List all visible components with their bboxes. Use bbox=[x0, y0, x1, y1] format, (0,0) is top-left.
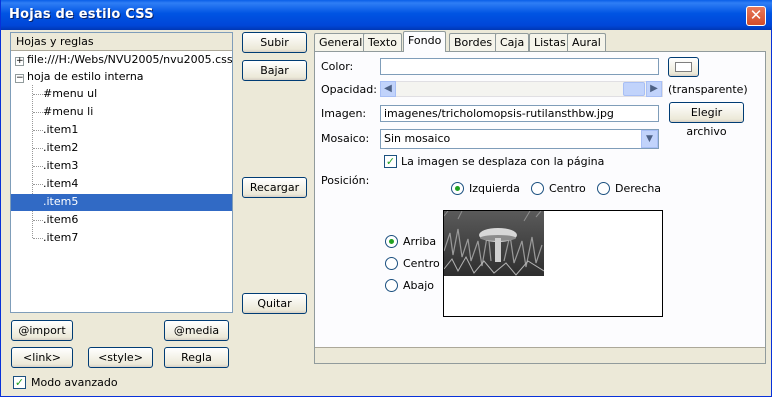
image-scrolls-checkbox[interactable]: ✓ bbox=[384, 155, 397, 168]
css-styles-dialog: Hojas de estilo CSS ✕ Hojas y reglas + f… bbox=[0, 0, 772, 397]
choose-file-button[interactable]: Elegir archivo bbox=[669, 102, 744, 138]
background-tab-panel bbox=[314, 51, 766, 364]
tree-guide bbox=[33, 184, 43, 185]
tree-item-internal-sheet[interactable]: hoja de estilo interna bbox=[27, 69, 144, 86]
tree-guide bbox=[33, 238, 43, 239]
tiling-value: Sin mosaico bbox=[384, 132, 451, 145]
color-swatch bbox=[675, 62, 692, 72]
tab-bordes[interactable]: Bordes bbox=[449, 33, 498, 51]
tree-guide bbox=[33, 166, 43, 167]
tree-item-rule[interactable]: .item7 bbox=[43, 230, 78, 247]
tree-header: Hojas y reglas bbox=[11, 33, 232, 51]
collapse-icon[interactable]: − bbox=[15, 74, 24, 83]
remove-button[interactable]: Quitar bbox=[242, 293, 307, 314]
move-up-button[interactable]: Subir bbox=[242, 32, 307, 53]
reload-button[interactable]: Recargar bbox=[242, 177, 307, 198]
tab-texto[interactable]: Texto bbox=[363, 33, 402, 51]
horizontal-center-radio[interactable] bbox=[531, 182, 544, 195]
color-label: Color: bbox=[321, 60, 354, 73]
horizontal-right-radio[interactable] bbox=[597, 182, 610, 195]
tree-guide bbox=[33, 130, 43, 131]
opacity-label: Opacidad: bbox=[321, 83, 377, 96]
tree-item-rule[interactable]: .item1 bbox=[43, 122, 78, 139]
tree-item-file[interactable]: file:///H:/Webs/NVU2005/nvu2005.css bbox=[27, 52, 233, 69]
tree-item-rule[interactable]: #menu li bbox=[43, 104, 93, 121]
vertical-bottom-radio[interactable] bbox=[385, 279, 398, 292]
tree-guide bbox=[33, 112, 43, 113]
tab-listas[interactable]: Listas bbox=[529, 33, 571, 51]
horizontal-right-label: Derecha bbox=[615, 182, 662, 195]
chevron-down-icon[interactable]: ▼ bbox=[641, 130, 658, 148]
tree-item-rule[interactable]: .item3 bbox=[43, 158, 78, 175]
horizontal-left-label: Izquierda bbox=[469, 182, 520, 195]
tab-aural[interactable]: Aural bbox=[567, 33, 606, 51]
background-preview bbox=[443, 210, 663, 317]
expand-icon[interactable]: + bbox=[15, 57, 24, 66]
image-field[interactable]: imagenes/tricholomopsis-rutilansthbw.jpg bbox=[380, 105, 659, 122]
tree-guide bbox=[33, 220, 43, 221]
color-field[interactable] bbox=[380, 58, 659, 75]
title-bar: Hojas de estilo CSS ✕ bbox=[1, 0, 772, 30]
close-button[interactable]: ✕ bbox=[746, 6, 766, 26]
vertical-center-label: Centro bbox=[403, 257, 440, 270]
tab-fondo[interactable]: Fondo bbox=[403, 31, 447, 52]
tree-item-rule[interactable]: .item4 bbox=[43, 176, 78, 193]
opacity-thumb[interactable] bbox=[623, 82, 645, 96]
horizontal-center-label: Centro bbox=[549, 182, 586, 195]
tree-item-rule[interactable]: .item6 bbox=[43, 212, 78, 229]
mushroom-photo bbox=[444, 211, 544, 276]
vertical-center-radio[interactable] bbox=[385, 257, 398, 270]
tiling-select[interactable]: Sin mosaico ▼ bbox=[380, 129, 659, 149]
image-label: Imagen: bbox=[321, 107, 367, 120]
opacity-value: (transparente) bbox=[668, 83, 748, 96]
horizontal-left-radio[interactable] bbox=[451, 182, 464, 195]
window-title: Hojas de estilo CSS bbox=[9, 7, 154, 22]
link-button[interactable]: <link> bbox=[11, 347, 73, 368]
advanced-mode-label: Modo avanzado bbox=[31, 376, 118, 389]
image-scrolls-label: La imagen se desplaza con la página bbox=[401, 155, 605, 168]
tab-general[interactable]: General bbox=[314, 33, 368, 51]
media-button[interactable]: @media bbox=[164, 320, 229, 341]
vertical-bottom-label: Abajo bbox=[403, 279, 435, 292]
move-down-button[interactable]: Bajar bbox=[242, 60, 307, 81]
vertical-top-label: Arriba bbox=[403, 235, 437, 248]
opacity-right-arrow[interactable]: ▶ bbox=[646, 81, 662, 97]
tree-item-rule[interactable]: #menu ul bbox=[43, 86, 97, 103]
opacity-left-arrow[interactable]: ◀ bbox=[380, 81, 396, 97]
color-picker-button[interactable] bbox=[668, 57, 699, 77]
tree-item-rule[interactable]: .item2 bbox=[43, 140, 78, 157]
opacity-slider[interactable]: ◀ ▶ bbox=[380, 81, 663, 97]
style-button[interactable]: <style> bbox=[88, 347, 153, 368]
rule-button[interactable]: Regla bbox=[164, 347, 229, 368]
stylesheet-tree[interactable]: Hojas y reglas + file:///H:/Webs/NVU2005… bbox=[10, 32, 233, 313]
advanced-mode-checkbox[interactable]: ✓ bbox=[13, 376, 26, 389]
panel-footer-strip bbox=[315, 347, 765, 363]
import-button[interactable]: @import bbox=[11, 320, 73, 341]
tree-guide bbox=[33, 94, 43, 95]
vertical-top-radio[interactable] bbox=[385, 235, 398, 248]
position-label: Posición: bbox=[321, 174, 370, 187]
tree-guide bbox=[32, 85, 33, 238]
tree-item-rule[interactable]: .item5 bbox=[11, 194, 232, 211]
tab-caja[interactable]: Caja bbox=[495, 33, 530, 51]
tree-guide bbox=[33, 148, 43, 149]
tiling-label: Mosaico: bbox=[321, 132, 370, 145]
